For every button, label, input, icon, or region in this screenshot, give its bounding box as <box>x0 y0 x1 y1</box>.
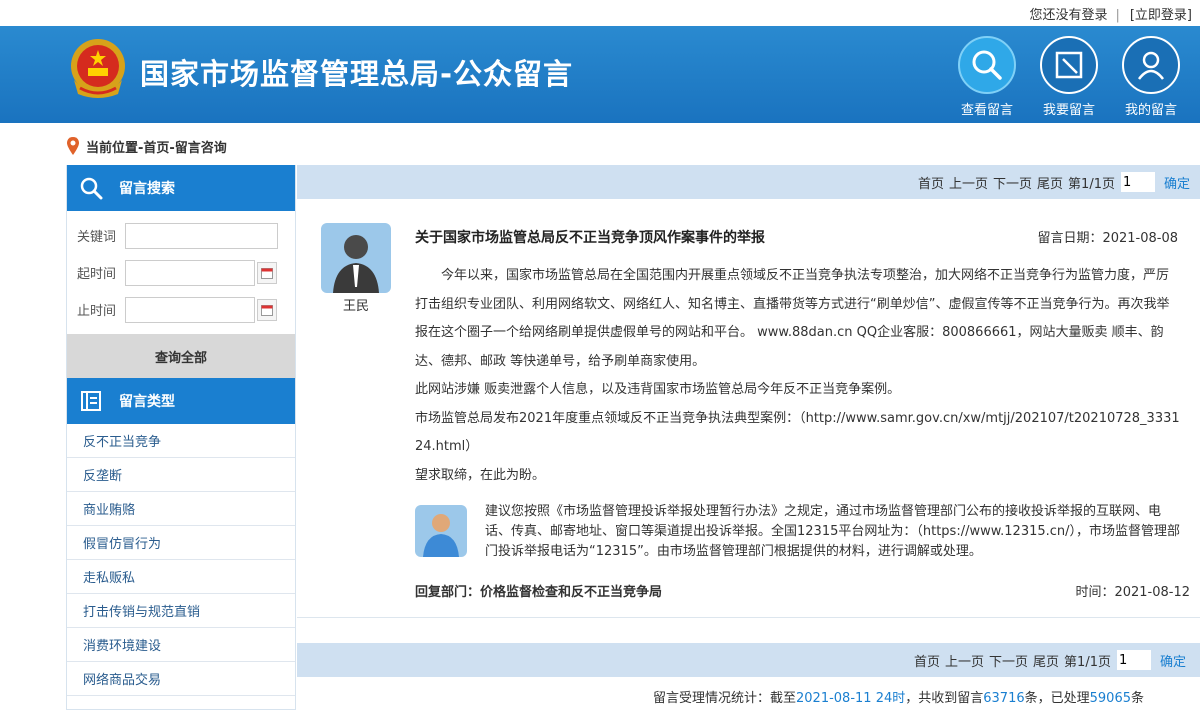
stats-unit2: 条 <box>1131 691 1145 706</box>
search-icon <box>80 177 103 200</box>
reply-text: 建议您按照《市场监督管理投诉举报处理暂行办法》之规定，通过市场监督管理部门公布的… <box>485 504 1181 559</box>
keyword-row: 关键词 <box>67 217 295 254</box>
avatar <box>321 223 391 293</box>
start-date-row: 起时间 <box>67 254 295 291</box>
pager-last[interactable]: 尾页 <box>1033 651 1059 670</box>
search-panel-header: 留言搜索 <box>67 165 295 211</box>
stats-line: 留言受理情况统计：截至2021-08-11 24时，共收到留言63716条，已处… <box>653 687 1144 706</box>
login-status: 您还没有登录 <box>1029 8 1108 23</box>
nav-view-messages[interactable]: 查看留言 <box>956 36 1018 118</box>
pager-first[interactable]: 首页 <box>914 651 940 670</box>
location-pin-icon <box>67 137 79 155</box>
type-list: 反不正当竞争 反垄断 商业贿赂 假冒仿冒行为 走私贩私 打击传销与规范直销 消费… <box>67 424 295 696</box>
message-title: 关于国家市场监管总局反不正当竞争顶风作案事件的举报 <box>415 230 765 246</box>
divider <box>297 617 1200 618</box>
nav-my-messages[interactable]: 我的留言 <box>1120 36 1182 118</box>
reply-avatar <box>415 505 467 557</box>
type-item[interactable]: 商业贿赂 <box>67 492 295 526</box>
pager-prev[interactable]: 上一页 <box>945 651 984 670</box>
stats-date: 2021-08-11 24时 <box>796 691 906 706</box>
pager-first[interactable]: 首页 <box>918 173 944 192</box>
keyword-label: 关键词 <box>77 230 117 245</box>
nav-post-message[interactable]: 我要留言 <box>1038 36 1100 118</box>
stats-handled: 59065 <box>1089 691 1131 706</box>
stats-mid: ，共收到留言 <box>905 691 984 706</box>
pager-top: 首页 上一页 下一页 尾页 第1/1页 确定 <box>297 165 1200 199</box>
types-panel-title: 留言类型 <box>119 394 175 410</box>
search-icon <box>958 36 1016 94</box>
pager-page-input[interactable] <box>1116 650 1151 670</box>
compose-icon <box>1040 36 1098 94</box>
start-date-label: 起时间 <box>77 267 117 282</box>
nav-label: 查看留言 <box>960 103 1013 118</box>
national-emblem-icon <box>66 36 130 102</box>
pager-next[interactable]: 下一页 <box>989 651 1028 670</box>
type-item[interactable]: 反不正当竞争 <box>67 424 295 458</box>
types-panel-header: 留言类型 <box>67 378 295 424</box>
pager-last[interactable]: 尾页 <box>1037 173 1063 192</box>
pager-next[interactable]: 下一页 <box>993 173 1032 192</box>
login-links: 您还没有登录 | [立即登录] <box>1021 4 1192 23</box>
type-item[interactable]: 假冒仿冒行为 <box>67 526 295 560</box>
separator: | <box>1115 8 1120 23</box>
breadcrumb: 当前位置-首页-留言咨询 <box>66 136 227 156</box>
author-name: 王民 <box>342 299 369 314</box>
end-date-label: 止时间 <box>77 304 117 319</box>
stats-prefix: 留言受理情况统计：截至 <box>653 691 797 706</box>
type-item[interactable]: 走私贩私 <box>67 560 295 594</box>
message-paragraph: 望求取缔，在此为盼。 <box>415 467 546 483</box>
type-item[interactable]: 消费环境建设 <box>67 628 295 662</box>
pager-confirm[interactable]: 确定 <box>1160 651 1186 670</box>
type-item[interactable]: 打击传销与规范直销 <box>67 594 295 628</box>
pager-info: 第1/1页 <box>1068 176 1115 192</box>
reply-department: 回复部门：价格监督检查和反不正当竞争局 <box>415 585 663 600</box>
message-date: 留言日期：2021-08-08 <box>1037 231 1178 246</box>
pager-prev[interactable]: 上一页 <box>949 173 988 192</box>
reply-time: 时间：2021-08-12 <box>1075 585 1190 600</box>
pager-confirm[interactable]: 确定 <box>1164 173 1190 192</box>
type-item[interactable]: 网络商品交易 <box>67 662 295 696</box>
top-bar: 您还没有登录 | [立即登录] <box>0 0 1200 26</box>
start-date-input[interactable] <box>125 259 255 286</box>
type-item[interactable]: 反垄断 <box>67 458 295 492</box>
message-paragraph: 市场监管总局发布2021年度重点领域反不正当竞争执法典型案例：（http://w… <box>415 410 1180 455</box>
site-header: 国家市场监督管理总局-公众留言 查看留言 我要留言 我的留言 <box>0 26 1200 123</box>
login-link[interactable]: [立即登录] <box>1130 8 1192 23</box>
user-icon <box>1122 36 1180 94</box>
keyword-input[interactable] <box>125 222 278 249</box>
calendar-icon[interactable] <box>257 261 277 284</box>
sidebar: 留言搜索 关键词 起时间 止时间 查询全部 留言类型 反不正当竞争 反垄断 商业… <box>66 165 296 710</box>
list-icon <box>81 391 101 411</box>
calendar-icon[interactable] <box>257 298 277 321</box>
end-date-row: 止时间 <box>67 291 295 328</box>
pager-bottom: 首页 上一页 下一页 尾页 第1/1页 确定 <box>297 643 1200 677</box>
site-title: 国家市场监督管理总局-公众留言 <box>140 57 574 91</box>
nav-label: 我要留言 <box>1042 103 1095 118</box>
message-paragraph: 今年以来，国家市场监管总局在全国范围内开展重点领域反不正当竞争执法专项整治，加大… <box>415 268 1170 369</box>
pager-bottom-wrap: 首页 上一页 下一页 尾页 第1/1页 确定 <box>297 643 1200 677</box>
message-body: 今年以来，国家市场监管总局在全国范围内开展重点领域反不正当竞争执法专项整治，加大… <box>415 262 1180 490</box>
nav-label: 我的留言 <box>1124 103 1177 118</box>
end-date-input[interactable] <box>125 296 255 323</box>
stats-received: 63716 <box>983 691 1025 706</box>
breadcrumb-text: 当前位置-首页-留言咨询 <box>86 140 227 156</box>
main-content: 首页 上一页 下一页 尾页 第1/1页 确定 王民 关于国家市场监管总局反不正当… <box>297 165 1200 706</box>
message-paragraph: 此网站涉嫌 贩卖泄露个人信息，以及违背国家市场监管总局今年反不正当竞争案例。 <box>415 382 901 397</box>
pager-page-input[interactable] <box>1120 172 1155 192</box>
query-all-button[interactable]: 查询全部 <box>67 334 295 378</box>
stats-unit1: 条，已处理 <box>1024 691 1090 706</box>
pager-info: 第1/1页 <box>1064 654 1111 670</box>
search-panel-title: 留言搜索 <box>119 181 175 197</box>
